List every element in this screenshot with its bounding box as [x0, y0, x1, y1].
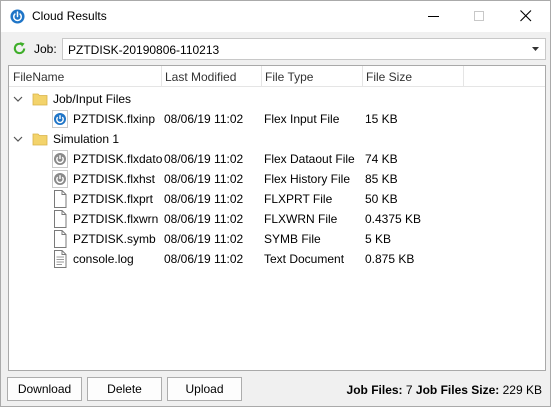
window-title: Cloud Results	[32, 9, 107, 23]
table-row[interactable]: PZTDISK.flxhst 08/06/19 11:02 Flex Histo…	[9, 169, 545, 189]
file-type: FLXWRN File	[264, 212, 338, 226]
table-row[interactable]: console.log 08/06/19 11:02 Text Document…	[9, 249, 545, 269]
file-modified: 08/06/19 11:02	[164, 252, 244, 266]
chevron-down-icon[interactable]	[13, 94, 23, 104]
flex-gray-icon	[52, 150, 68, 168]
file-name: PZTDISK.symb	[73, 232, 156, 246]
file-type: Flex Dataout File	[264, 152, 355, 166]
close-button[interactable]	[504, 1, 550, 32]
table-row[interactable]: PZTDISK.flxinp 08/06/19 11:02 Flex Input…	[9, 109, 545, 129]
file-name: console.log	[73, 252, 134, 266]
file-size: 74 KB	[365, 152, 398, 166]
column-header-last-modified[interactable]: Last Modified	[162, 66, 261, 87]
file-size: 85 KB	[365, 172, 398, 186]
chevron-down-icon[interactable]	[13, 134, 23, 144]
flex-gray-icon	[52, 170, 68, 188]
file-modified: 08/06/19 11:02	[164, 232, 244, 246]
file-modified: 08/06/19 11:02	[164, 112, 244, 126]
job-select-value: PZTDISK-20190806-110213	[68, 43, 220, 57]
file-name: PZTDISK.flxhst	[73, 172, 156, 186]
file-size: 0.875 KB	[365, 252, 415, 266]
column-header-filename[interactable]: FileName	[10, 66, 162, 87]
bottom-bar: Download Delete Upload Job Files: 7 Job …	[1, 377, 550, 403]
job-row: Job: PZTDISK-20190806-110213	[1, 37, 550, 61]
file-name: PZTDISK.flxinp	[73, 112, 156, 126]
job-select[interactable]: PZTDISK-20190806-110213	[62, 38, 546, 60]
tree-header: FileName Last Modified File Type File Si…	[9, 66, 545, 87]
close-icon	[520, 10, 532, 22]
file-size: 15 KB	[365, 112, 398, 126]
file-modified: 08/06/19 11:02	[164, 192, 244, 206]
file-name: PZTDISK.flxprt	[73, 192, 154, 206]
file-type: Flex History File	[264, 172, 351, 186]
file-modified: 08/06/19 11:02	[164, 172, 244, 186]
group-name: Job/Input Files	[53, 92, 132, 106]
file-size: 5 KB	[365, 232, 392, 246]
minimize-icon	[428, 16, 439, 17]
results-tree[interactable]: FileName Last Modified File Type File Si…	[8, 65, 546, 371]
download-button[interactable]: Download	[7, 377, 82, 401]
job-files-count: 7	[405, 383, 413, 397]
tree-group-row[interactable]: Simulation 1	[9, 129, 545, 149]
tree-group-row[interactable]: Job/Input Files	[9, 89, 545, 109]
table-row[interactable]: PZTDISK.symb 08/06/19 11:02 SYMB File 5 …	[9, 229, 545, 249]
column-header-file-type[interactable]: File Type	[262, 66, 362, 87]
text-document-icon	[54, 250, 67, 268]
document-icon	[54, 190, 67, 208]
file-size: 0.4375 KB	[365, 212, 422, 226]
job-files-label: Job Files:	[346, 383, 403, 397]
upload-button[interactable]: Upload	[167, 377, 242, 401]
minimize-button[interactable]	[412, 1, 458, 32]
chevron-down-icon	[532, 47, 539, 51]
folder-icon	[32, 93, 48, 106]
table-row[interactable]: PZTDISK.flxprt 08/06/19 11:02 FLXPRT Fil…	[9, 189, 545, 209]
maximize-button[interactable]	[458, 1, 504, 32]
maximize-icon	[474, 11, 484, 21]
folder-icon	[32, 133, 48, 146]
job-files-size: 229 KB	[502, 383, 542, 397]
job-label: Job:	[34, 42, 57, 56]
app-power-icon	[10, 9, 25, 24]
job-files-size-label: Job Files Size:	[415, 383, 500, 397]
file-modified: 08/06/19 11:02	[164, 152, 244, 166]
document-icon	[54, 230, 67, 248]
table-row[interactable]: PZTDISK.flxwrn 08/06/19 11:02 FLXWRN Fil…	[9, 209, 545, 229]
file-size: 50 KB	[365, 192, 398, 206]
column-header-file-size[interactable]: File Size	[363, 66, 463, 87]
group-name: Simulation 1	[53, 132, 120, 146]
refresh-icon[interactable]	[12, 41, 27, 56]
file-name: PZTDISK.flxdato	[73, 152, 163, 166]
title-bar[interactable]: Cloud Results	[1, 1, 550, 32]
delete-button[interactable]: Delete	[87, 377, 162, 401]
file-type: FLXPRT File	[264, 192, 333, 206]
file-type: Flex Input File	[264, 112, 340, 126]
flex-blue-icon	[52, 110, 68, 128]
document-icon	[54, 210, 67, 228]
cloud-results-window: Cloud Results Job: PZTDISK-20190806-1102…	[0, 0, 551, 407]
file-type: Text Document	[264, 252, 345, 266]
table-row[interactable]: PZTDISK.flxdato 08/06/19 11:02 Flex Data…	[9, 149, 545, 169]
file-modified: 08/06/19 11:02	[164, 212, 244, 226]
file-name: PZTDISK.flxwrn	[73, 212, 159, 226]
file-type: SYMB File	[264, 232, 321, 246]
job-files-status: Job Files: 7 Job Files Size: 229 KB	[347, 383, 542, 397]
